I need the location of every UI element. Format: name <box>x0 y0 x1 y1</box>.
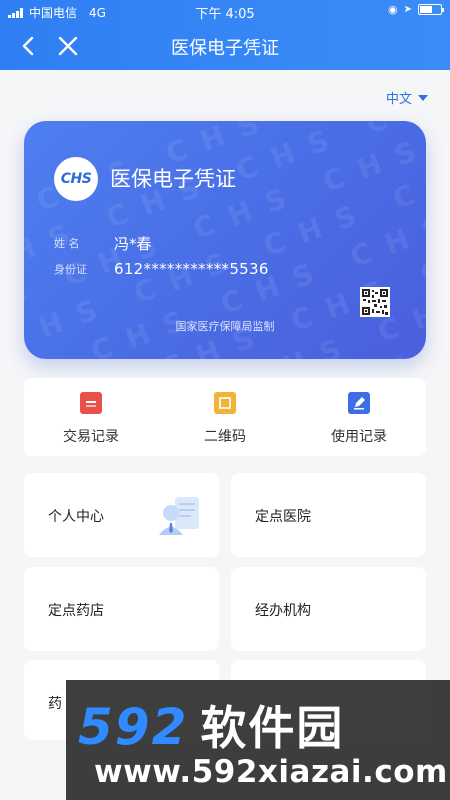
tile-label: 经办机构 <box>255 603 311 619</box>
tile-label: 定点医院 <box>255 509 311 525</box>
tile-label: 个人中心 <box>48 509 104 525</box>
edit-icon <box>348 392 370 414</box>
tile-handling-agencies[interactable]: 经办机构 <box>231 567 426 651</box>
watermark-overlay: 592 软件园 www.592xiazai.com <box>66 680 450 800</box>
scan-icon <box>214 392 236 414</box>
document-icon <box>80 392 102 414</box>
qr-code-icon[interactable] <box>360 287 390 317</box>
orientation-lock-icon: ◉ <box>388 3 398 16</box>
language-selector[interactable]: 中文 <box>386 88 428 107</box>
tile-designated-hospitals[interactable]: 定点医院 <box>231 473 426 557</box>
tile-designated-pharmacies[interactable]: 定点药店 <box>24 567 219 651</box>
id-label: 身份证 <box>54 263 87 276</box>
tile-label: 定点药店 <box>48 603 104 619</box>
transaction-records-label: 交易记录 <box>63 429 119 445</box>
tile-label: 药 <box>48 696 62 712</box>
watermark-brand-text: 软件园 <box>200 701 345 755</box>
insurance-card: CHS CHS CHS CHS CHS CHS CHS CHS CHS CHS … <box>24 121 426 359</box>
tile-personal-center[interactable]: 个人中心 <box>24 473 219 557</box>
card-title: 医保电子凭证 <box>110 167 236 191</box>
watermark-url: www.592xiazai.com <box>94 754 448 790</box>
battery-icon <box>418 4 444 15</box>
location-icon: ➤ <box>403 4 412 15</box>
chs-logo: CHS <box>54 157 98 201</box>
usage-records-label: 使用记录 <box>331 429 387 445</box>
action-row: 交易记录 二维码 使用记录 <box>24 378 426 456</box>
top-bar: 中国电信 4G 下午 4:05 ◉ ➤ 医保电子凭证 <box>0 0 450 70</box>
transaction-records-button[interactable]: 交易记录 <box>24 378 158 456</box>
usage-records-button[interactable]: 使用记录 <box>292 378 426 456</box>
language-label: 中文 <box>385 92 412 107</box>
page-title: 医保电子凭证 <box>171 38 279 59</box>
name-label: 姓 名 <box>54 237 80 250</box>
qr-code-button[interactable]: 二维码 <box>158 378 292 456</box>
card-footer: 国家医疗保障局监制 <box>175 320 275 333</box>
watermark-brand: 592 软件园 <box>78 692 344 758</box>
watermark-digits: 592 <box>78 698 189 756</box>
nav-bar: 医保电子凭证 <box>0 22 450 70</box>
name-value: 冯*春 <box>114 235 152 253</box>
id-value: 612***********5536 <box>114 260 269 278</box>
status-time: 下午 4:05 <box>195 7 255 22</box>
person-document-icon <box>157 493 203 539</box>
qr-code-label: 二维码 <box>204 429 246 445</box>
status-bar: 中国电信 4G 下午 4:05 ◉ ➤ <box>0 0 450 22</box>
caret-down-icon <box>418 94 428 101</box>
